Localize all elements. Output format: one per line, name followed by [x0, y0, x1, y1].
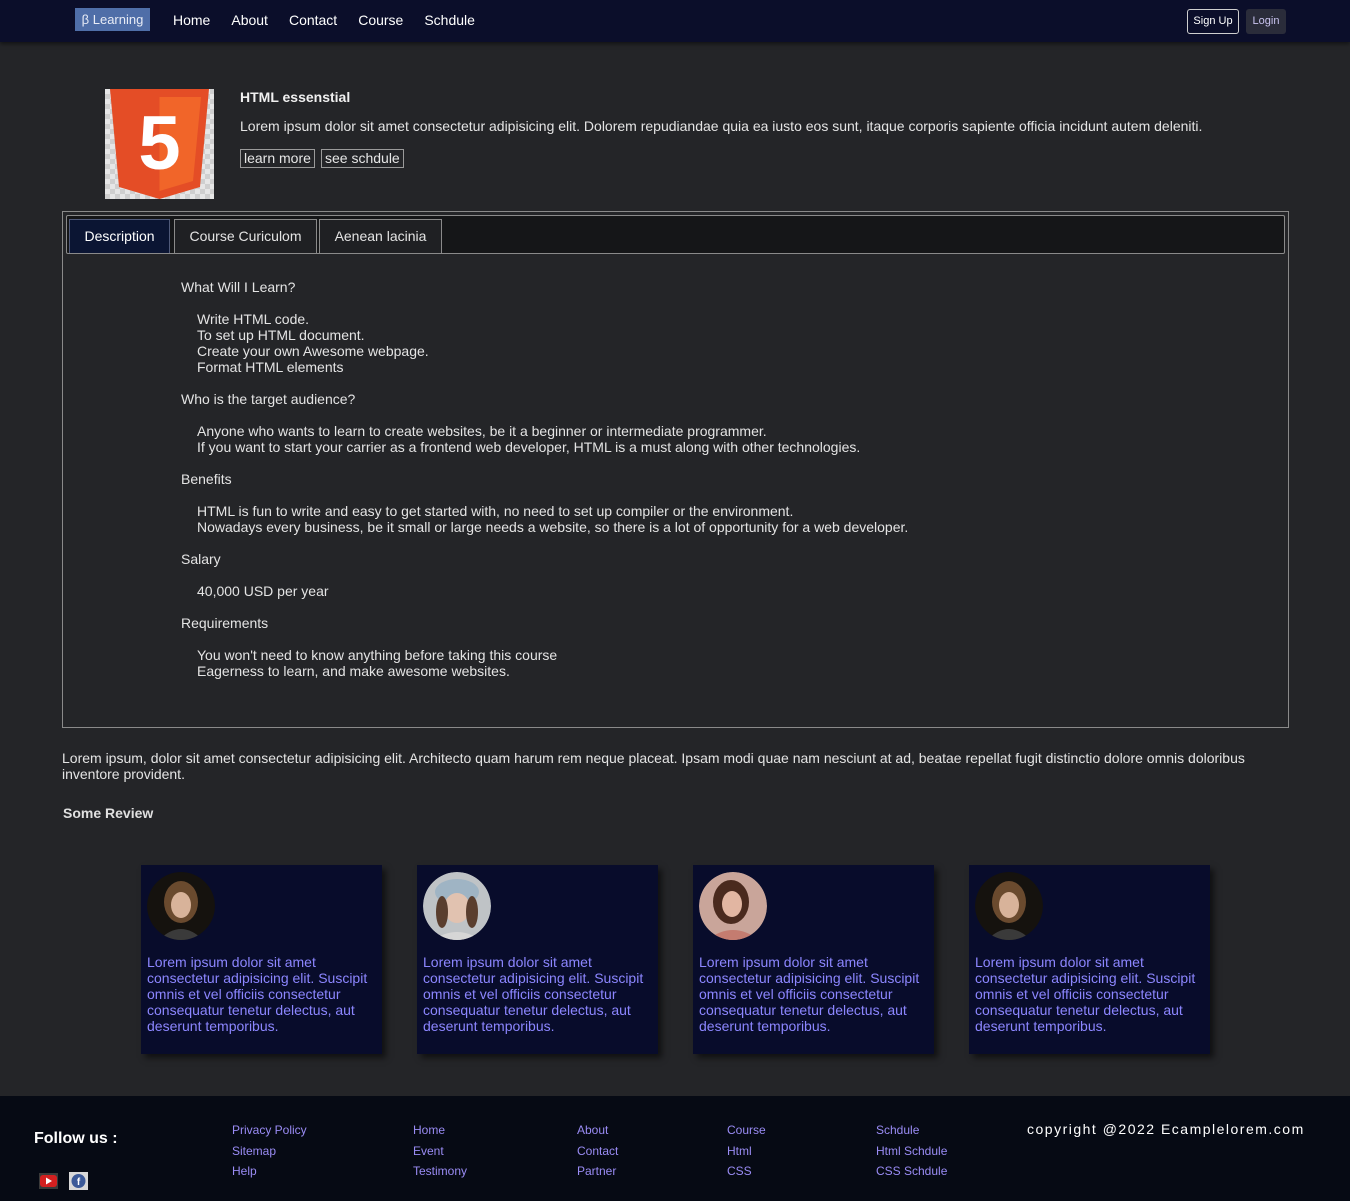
footer-link-sitemap[interactable]: Sitemap [232, 1141, 307, 1162]
section-answers: You won't need to know anything before t… [181, 647, 1181, 679]
footer-column: About Contact Partner [577, 1120, 618, 1182]
footer-link-course[interactable]: Course [727, 1120, 766, 1141]
section-answers: HTML is fun to write and easy to get sta… [181, 503, 1181, 535]
answer-line: To set up HTML document. [197, 327, 365, 343]
description-content: What Will I Learn? Write HTML code. To s… [181, 279, 1181, 695]
nav-link-schedule[interactable]: Schdule [424, 12, 475, 28]
footer-link-home[interactable]: Home [413, 1120, 467, 1141]
nav-link-about[interactable]: About [231, 12, 268, 28]
review-card: Lorem ipsum dolor sit amet consectetur a… [969, 865, 1210, 1054]
footer-column: Home Event Testimony [413, 1120, 467, 1182]
section-answers: 40,000 USD per year [181, 583, 1181, 599]
section-question: Benefits [181, 471, 232, 487]
learn-more-button[interactable]: learn more [240, 149, 315, 168]
nav-link-course[interactable]: Course [358, 12, 403, 28]
section-question: What Will I Learn? [181, 279, 296, 295]
section-answers: Write HTML code. To set up HTML document… [181, 311, 1181, 375]
html5-logo-digit: 5 [138, 101, 180, 186]
footer-link-testimony[interactable]: Testimony [413, 1161, 467, 1182]
review-card: Lorem ipsum dolor sit amet consectetur a… [141, 865, 382, 1054]
answer-line: If you want to start your carrier as a f… [197, 439, 861, 455]
login-button[interactable]: Login [1246, 9, 1286, 34]
answer-line: Create your own Awesome webpage. [197, 343, 429, 359]
intro-paragraph: Lorem ipsum, dolor sit amet consectetur … [62, 750, 1245, 782]
nav-link-home[interactable]: Home [173, 12, 210, 28]
footer-link-css[interactable]: CSS [727, 1161, 766, 1182]
answer-line: You won't need to know anything before t… [197, 647, 558, 663]
review-card: Lorem ipsum dolor sit amet consectetur a… [693, 865, 934, 1054]
footer-link-schedule[interactable]: Schdule [876, 1120, 947, 1141]
answer-line: Format HTML elements [197, 359, 344, 375]
review-text: Lorem ipsum dolor sit amet consectetur a… [147, 954, 368, 1034]
footer-column: Privacy Policy Sitemap Help [232, 1120, 307, 1182]
avatar [699, 872, 767, 940]
follow-us-label: Follow us : [34, 1130, 118, 1147]
avatar [147, 872, 215, 940]
footer-column: Schdule Html Schdule CSS Schdule [876, 1120, 947, 1182]
course-tabs-panel: Description Course Curiculom Aenean laci… [62, 211, 1289, 728]
footer-column: Course Html CSS [727, 1120, 766, 1182]
review-text: Lorem ipsum dolor sit amet consectetur a… [699, 954, 920, 1034]
avatar [423, 872, 491, 940]
answer-line: HTML is fun to write and easy to get sta… [197, 503, 794, 519]
footer-link-help[interactable]: Help [232, 1161, 307, 1182]
copyright-text: copyright @2022 Ecamplelorem.com [1027, 1121, 1305, 1137]
footer-link-html-schedule[interactable]: Html Schdule [876, 1141, 947, 1162]
footer-link-contact[interactable]: Contact [577, 1141, 618, 1162]
youtube-icon[interactable] [39, 1172, 58, 1190]
section-question: Who is the target audience? [181, 391, 356, 407]
footer-link-css-schedule[interactable]: CSS Schdule [876, 1161, 947, 1182]
footer-link-event[interactable]: Event [413, 1141, 467, 1162]
review-text: Lorem ipsum dolor sit amet consectetur a… [423, 954, 644, 1034]
answer-line: 40,000 USD per year [197, 583, 329, 599]
section-question: Salary [181, 551, 221, 567]
tab-aenean-lacinia[interactable]: Aenean lacinia [319, 219, 442, 253]
footer-link-partner[interactable]: Partner [577, 1161, 618, 1182]
footer-link-about[interactable]: About [577, 1120, 618, 1141]
answer-line: Anyone who wants to learn to create webs… [197, 423, 767, 439]
facebook-icon[interactable]: f [69, 1172, 88, 1190]
footer-link-privacy-policy[interactable]: Privacy Policy [232, 1120, 307, 1141]
tab-bar: Description Course Curiculom Aenean laci… [66, 215, 1285, 254]
course-description: Lorem ipsum dolor sit amet consectetur a… [240, 118, 1203, 134]
tab-course-curriculum[interactable]: Course Curiculom [174, 219, 317, 253]
answer-line: Nowadays every business, be it small or … [197, 519, 909, 535]
see-schedule-button[interactable]: see schdule [321, 149, 404, 168]
signup-button[interactable]: Sign Up [1187, 9, 1239, 34]
footer: Follow us : f Privacy Policy Sitemap Hel… [0, 1096, 1350, 1201]
nav-link-contact[interactable]: Contact [289, 12, 337, 28]
section-question: Requirements [181, 615, 269, 631]
html5-logo-icon: 5 [105, 89, 214, 199]
tab-description[interactable]: Description [69, 219, 170, 253]
answer-line: Write HTML code. [197, 311, 310, 327]
reviews-heading: Some Review [63, 805, 154, 821]
section-answers: Anyone who wants to learn to create webs… [181, 423, 1181, 455]
avatar [975, 872, 1043, 940]
answer-line: Eagerness to learn, and make awesome web… [197, 663, 510, 679]
brand-logo[interactable]: β Learning [75, 8, 150, 31]
footer-link-html[interactable]: Html [727, 1141, 766, 1162]
course-title: HTML essenstial [240, 89, 351, 105]
navbar: β Learning Home About Contact Course Sch… [0, 0, 1350, 42]
review-card: Lorem ipsum dolor sit amet consectetur a… [417, 865, 658, 1054]
nav-links: Home About Contact Course Schdule [173, 12, 496, 28]
review-text: Lorem ipsum dolor sit amet consectetur a… [975, 954, 1196, 1034]
